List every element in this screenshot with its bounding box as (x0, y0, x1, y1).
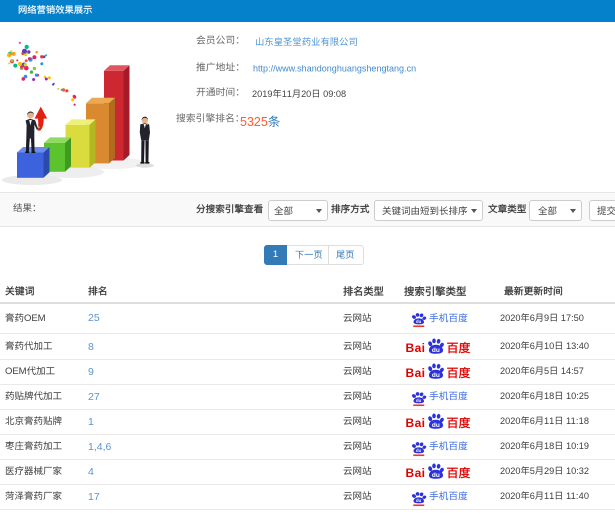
svg-text:11: 11 (544, 491, 554, 501)
svg-text:2020: 2020 (500, 391, 521, 401)
svg-text:10:25: 10:25 (566, 391, 589, 401)
svg-text:du: du (416, 319, 422, 324)
svg-text:29: 29 (544, 466, 554, 476)
svg-text:Bai: Bai (406, 366, 425, 379)
svg-text:20: 20 (301, 89, 311, 99)
svg-text:2020: 2020 (500, 341, 521, 351)
svg-text:18: 18 (544, 441, 554, 451)
svg-text:6: 6 (530, 341, 535, 351)
svg-text:10:32: 10:32 (566, 466, 589, 476)
svg-text:11: 11 (282, 89, 292, 99)
svg-text:2020: 2020 (500, 312, 521, 322)
svg-text:13:40: 13:40 (566, 341, 589, 351)
svg-text:Bai: Bai (406, 416, 425, 429)
svg-text:10: 10 (544, 341, 554, 351)
svg-text:Bai: Bai (406, 466, 425, 479)
svg-text:du: du (432, 422, 440, 429)
svg-text:2020: 2020 (500, 416, 521, 426)
svg-text:17:50: 17:50 (561, 312, 584, 322)
svg-text:09:08: 09:08 (323, 89, 346, 99)
svg-text:11: 11 (544, 416, 554, 426)
svg-text:18: 18 (544, 391, 554, 401)
svg-text:Bai: Bai (406, 341, 425, 354)
svg-text:du: du (432, 372, 440, 379)
svg-text:2020: 2020 (500, 441, 521, 451)
svg-text:du: du (432, 472, 440, 479)
svg-text:11:18: 11:18 (566, 416, 589, 426)
svg-text:5: 5 (544, 366, 549, 376)
svg-text:14:57: 14:57 (561, 366, 584, 376)
svg-text:11:40: 11:40 (566, 491, 589, 501)
svg-text:du: du (416, 448, 422, 453)
svg-text:2020: 2020 (500, 366, 521, 376)
svg-text:6: 6 (530, 441, 535, 451)
svg-text:5325: 5325 (240, 115, 268, 129)
svg-text:6: 6 (530, 312, 535, 322)
svg-text:6: 6 (530, 366, 535, 376)
svg-text:du: du (416, 398, 422, 403)
svg-text:OEM: OEM (24, 313, 46, 324)
svg-text:2019: 2019 (252, 89, 273, 99)
svg-text:5: 5 (530, 466, 535, 476)
svg-text:9: 9 (544, 312, 549, 322)
svg-text:2020: 2020 (500, 466, 521, 476)
svg-text:6: 6 (530, 391, 535, 401)
svg-text:2020: 2020 (500, 491, 521, 501)
svg-text:du: du (416, 498, 422, 503)
svg-text:http://www.shandonghuangshengt: http://www.shandonghuangshengtang.cn (253, 64, 416, 74)
svg-text:6: 6 (530, 491, 535, 501)
svg-text:du: du (432, 347, 440, 354)
svg-text:OEM: OEM (5, 366, 27, 377)
svg-text:6: 6 (530, 416, 535, 426)
svg-text:10:19: 10:19 (566, 441, 589, 451)
